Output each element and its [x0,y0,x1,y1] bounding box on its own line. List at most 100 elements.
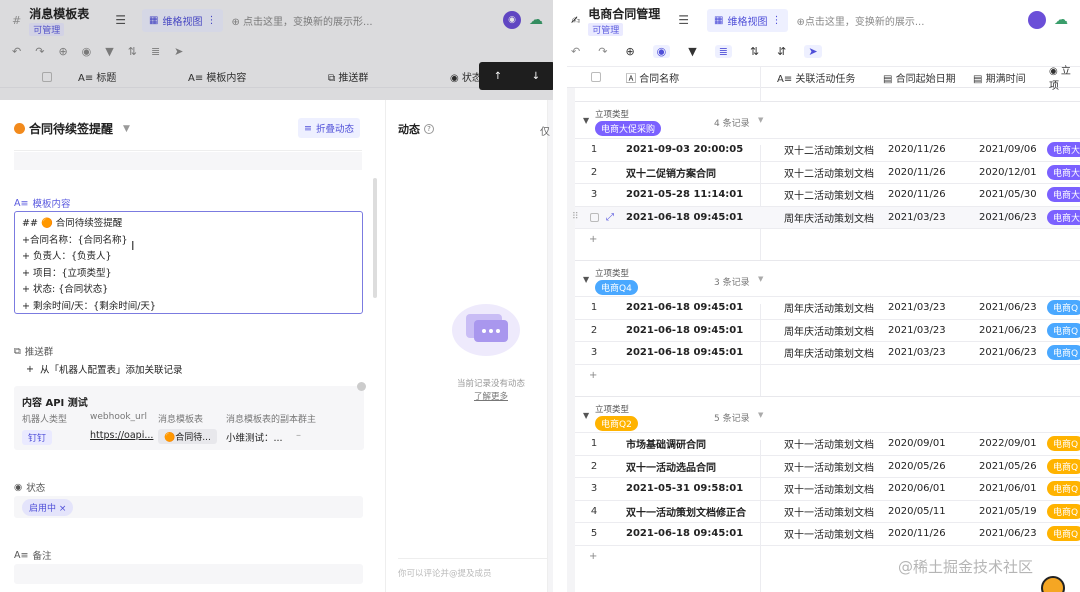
task-cell[interactable]: 周年庆活动策划文档 [784,345,884,360]
select-all-checkbox[interactable] [591,72,601,82]
end-date-cell[interactable]: 2021/06/01 [979,483,1037,494]
task-cell[interactable]: 双十一活动策划文档 [784,459,884,474]
type-tag-cell[interactable]: 电商Q [1047,458,1080,474]
right-view-tab[interactable]: ▦ 维格视图 ⋮ [707,8,789,32]
arrow-down-icon[interactable]: ↓ [532,71,540,82]
type-tag-cell[interactable]: 电商大 [1047,209,1080,225]
start-date-cell[interactable]: 2020/05/26 [888,461,946,472]
start-date-cell[interactable]: 2020/11/26 [888,167,946,178]
remove-link-icon[interactable] [357,382,366,391]
task-cell[interactable]: 双十二活动策划文档 [784,187,884,202]
type-tag-cell[interactable]: 电商Q [1047,322,1080,338]
add-row-button[interactable]: + [575,363,1080,387]
redo-icon[interactable]: ↷ [598,45,607,58]
start-date-cell[interactable]: 2020/06/01 [888,483,946,494]
cloud-icon[interactable]: ☁ [1054,12,1068,28]
contract-name-cell[interactable]: 双十二促销方案合同 [596,165,746,180]
task-cell[interactable]: 周年庆活动策划文档 [784,323,884,338]
remark-input[interactable] [14,564,363,584]
contract-name-cell[interactable]: 2021-06-18 09:45:01 [596,325,746,336]
type-tag-cell[interactable]: 电商Q [1047,481,1080,497]
learn-more-link[interactable]: 了解更多 [386,390,555,402]
contract-name-cell[interactable]: 双十一活动策划文档修正合同 [596,504,746,519]
end-date-cell[interactable]: 2021/05/30 [979,189,1037,200]
contract-name-cell[interactable]: 2021-09-03 20:00:05 [596,144,746,155]
type-tag-cell[interactable]: 电商Q [1047,526,1080,542]
type-tag-cell[interactable]: 电商Q [1047,345,1080,361]
table-row[interactable]: 1 市场基础调研合同 双十一活动策划文档 2020/09/01 2022/09/01 电商… [575,432,1080,455]
help-icon[interactable]: ? [424,124,434,134]
col-start[interactable]: ▤ 合同起始日期 [883,70,956,85]
contract-name-cell[interactable]: 市场基础调研合同 [596,436,746,451]
task-cell[interactable]: 双十一活动策划文档 [784,436,884,451]
type-tag-cell[interactable]: 电商Q [1047,300,1080,316]
start-date-cell[interactable]: 2021/03/23 [888,302,946,313]
col-end[interactable]: ▤ 期满时间 [973,70,1026,85]
table-row[interactable]: 3 2021-05-28 11:14:01 双十二活动策划文档 2020/11/26 2… [575,183,1080,206]
share-icon[interactable]: ➤ [804,44,822,58]
contract-name-cell[interactable]: 2021-05-31 09:58:01 [596,483,746,494]
task-cell[interactable]: 双十一活动策划文档 [784,504,884,519]
contract-name-cell[interactable]: 2021-06-18 09:45:01 [596,528,746,539]
comment-input[interactable]: 你可以评论并@提及成员 [398,558,548,588]
task-cell[interactable]: 双十二活动策划文档 [784,165,884,180]
type-tag-cell[interactable]: 电商大 [1047,164,1080,180]
caret-down-icon[interactable]: ▼ [758,116,763,124]
end-date-cell[interactable]: 2022/09/01 [979,438,1037,449]
linked-record-card[interactable]: 内容 API 测试 机器人类型 webhook_url 消息模板表 消息模板表的… [14,386,364,450]
activity-filter-cut[interactable]: 仅 [540,123,550,138]
end-date-cell[interactable]: 2020/12/01 [979,167,1037,178]
table-row[interactable]: 3 2021-06-18 09:45:01 周年庆活动策划文档 2021/03/23 2… [575,341,1080,364]
table-row[interactable]: 1 2021-09-03 20:00:05 双十二活动策划文档 2020/11/26 2… [575,138,1080,161]
template-textarea[interactable]: ## 🟠 合同待续签提醒 +合同名称：{合同名称} + 负责人：{负责人} + … [14,211,363,314]
remove-chip-icon[interactable]: × [59,504,67,514]
end-date-cell[interactable]: 2021/06/23 [979,325,1037,336]
task-cell[interactable]: 双十一活动策划文档 [784,481,884,496]
chevron-down-icon[interactable]: ▼ [583,411,589,420]
avatar-icon[interactable] [1028,11,1046,29]
chevron-down-icon[interactable]: ▼ [583,116,589,125]
type-tag-cell[interactable]: 电商Q [1047,503,1080,519]
start-date-cell[interactable]: 2020/11/26 [888,528,946,539]
type-tag-cell[interactable]: 电商大 [1047,187,1080,203]
table-row[interactable]: 4 双十一活动策划文档修正合同 双十一活动策划文档 2020/05/11 2021/05… [575,499,1080,523]
end-date-cell[interactable]: 2021/06/23 [979,212,1037,223]
arrow-up-icon[interactable]: ↑ [494,71,502,82]
task-cell[interactable]: 周年庆活动策划文档 [784,300,884,315]
menu-icon[interactable]: ☰ [678,13,689,27]
add-record-icon[interactable]: ⊕ [625,45,634,58]
start-date-cell[interactable]: 2020/05/11 [888,506,946,517]
contract-name-cell[interactable]: 2021-06-18 09:45:01 [596,347,746,358]
start-date-cell[interactable]: 2021/03/23 [888,347,946,358]
sort-icon[interactable]: ⇅ [750,45,759,58]
type-tag-cell[interactable]: 电商Q [1047,436,1080,452]
col-type[interactable]: ◉ 立项 [1049,62,1080,92]
caret-down-icon[interactable]: ▼ [758,275,763,283]
end-date-cell[interactable]: 2021/06/23 [979,528,1037,539]
drag-handle-icon[interactable]: ⠿ [572,212,579,222]
table-row[interactable]: ⠿ ⤢ 2021-06-18 09:45:01 周年庆活动策划文档 2021/03/23… [572,205,1080,228]
add-link-button[interactable]: + 从「机器人配置表」添加关联记录 [26,362,182,377]
contract-name-cell[interactable]: 2021-06-18 09:45:01 [596,302,746,313]
chevron-down-icon[interactable]: ▼ [583,275,589,284]
table-row[interactable]: 3 2021-05-31 09:58:01 双十一活动策划文档 2020/06/01 2… [575,477,1080,500]
panel-scrollbar[interactable] [373,178,377,298]
task-cell[interactable]: 周年庆活动策划文档 [784,210,884,225]
table-row[interactable]: 2 2021-06-18 09:45:01 周年庆活动策划文档 2021/03/23 2… [575,318,1080,342]
task-cell[interactable]: 双十二活动策划文档 [784,142,884,157]
end-date-cell[interactable]: 2021/05/19 [979,506,1037,517]
start-date-cell[interactable]: 2020/11/26 [888,144,946,155]
col-task[interactable]: A≡ 关联活动任务 [777,70,855,85]
contract-name-cell[interactable]: 2021-06-18 09:45:01 [596,212,746,223]
start-date-cell[interactable]: 2021/03/23 [888,325,946,336]
end-date-cell[interactable]: 2021/09/06 [979,144,1037,155]
table-row[interactable]: 5 2021-06-18 09:45:01 双十一活动策划文档 2020/11/26 2… [575,522,1080,545]
undo-icon[interactable]: ↶ [571,45,580,58]
group-icon[interactable]: ≣ [714,44,732,58]
col-name[interactable]: 🄰 合同名称 [626,70,679,85]
table-row[interactable]: 2 双十二促销方案合同 双十二活动策划文档 2020/11/26 2020/12/01 电… [575,160,1080,184]
caret-down-icon[interactable]: ▼ [123,124,130,134]
more-icon[interactable]: ⋮ [771,15,781,26]
table-row[interactable]: 1 2021-06-18 09:45:01 周年庆活动策划文档 2021/03/23 2… [575,296,1080,319]
contract-name-cell[interactable]: 2021-05-28 11:14:01 [596,189,746,200]
